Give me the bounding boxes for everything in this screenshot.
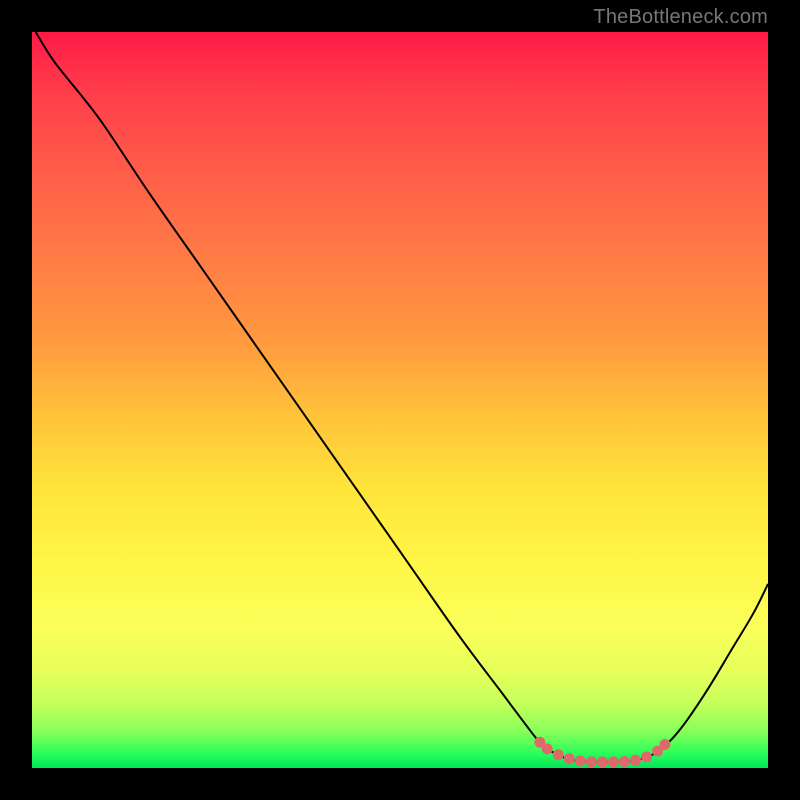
bottleneck-curve — [36, 32, 768, 762]
chart-svg — [32, 32, 768, 768]
chart-wrapper: TheBottleneck.com — [0, 0, 800, 800]
marker-point — [553, 749, 564, 760]
marker-point — [619, 756, 630, 767]
marker-point — [641, 751, 652, 762]
source-attribution: TheBottleneck.com — [593, 6, 768, 29]
marker-point — [659, 739, 670, 750]
marker-point — [575, 756, 586, 767]
marker-point — [542, 743, 553, 754]
optimal-range-markers — [534, 737, 670, 768]
marker-point — [597, 756, 608, 767]
marker-point — [564, 753, 575, 764]
marker-point — [608, 756, 619, 767]
marker-point — [586, 756, 597, 767]
plot-area — [32, 32, 768, 768]
marker-point — [630, 755, 641, 766]
